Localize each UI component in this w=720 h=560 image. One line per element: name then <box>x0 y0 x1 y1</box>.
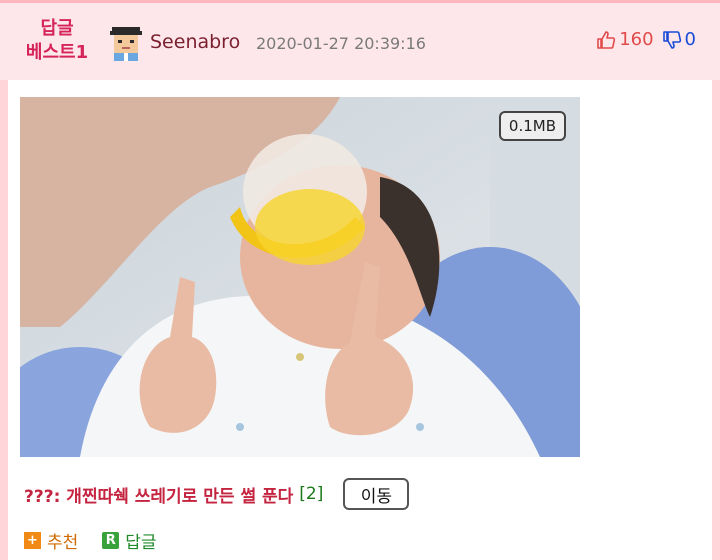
reply-button[interactable]: R 답글 <box>102 528 157 553</box>
post-actions: + 추천 R 답글 <box>24 528 181 553</box>
image-size-badge: 0.1MB <box>498 111 566 141</box>
reply-label: 답글 <box>125 533 157 553</box>
timestamp: 2020-01-27 20:39:16 <box>256 34 426 53</box>
recommend-button[interactable]: + 추천 <box>24 528 78 553</box>
post-title-link[interactable]: ???: 개찐따쉑 쓰레기로 만든 썰 푼다 <box>24 482 293 507</box>
avatar[interactable] <box>110 27 142 61</box>
post-header: 답글 베스트1 Seenabro 2020-01-27 20:39:16 160… <box>0 0 720 80</box>
downvote-count: 0 <box>684 29 696 50</box>
post-image[interactable]: 0.1MB <box>20 97 580 457</box>
baby-photo <box>20 97 580 457</box>
badge-line-2: 베스트1 <box>25 42 89 63</box>
thumbs-down-icon <box>662 30 681 49</box>
upvote-count: 160 <box>619 29 654 50</box>
badge-line-1: 답글 <box>40 18 74 39</box>
best-reply-badge: 답글 베스트1 <box>20 17 94 65</box>
reply-count: [2] <box>299 484 324 504</box>
post-card: 0.1MB ???: 개찐따쉑 쓰레기로 만든 썰 푼다 [2] 이동 + 추천… <box>8 80 712 560</box>
vote-counts: 160 0 <box>596 29 696 50</box>
plus-icon: + <box>24 532 41 549</box>
username[interactable]: Seenabro <box>150 31 240 53</box>
recommend-label: 추천 <box>47 533 79 553</box>
upvote-button[interactable]: 160 <box>596 29 654 50</box>
post-title-row: ???: 개찐따쉑 쓰레기로 만든 썰 푼다 [2] 이동 <box>24 478 410 510</box>
thumbs-up-icon <box>597 30 616 49</box>
reply-r-icon: R <box>102 532 120 549</box>
move-button[interactable]: 이동 <box>343 478 410 510</box>
downvote-button[interactable]: 0 <box>662 29 696 50</box>
